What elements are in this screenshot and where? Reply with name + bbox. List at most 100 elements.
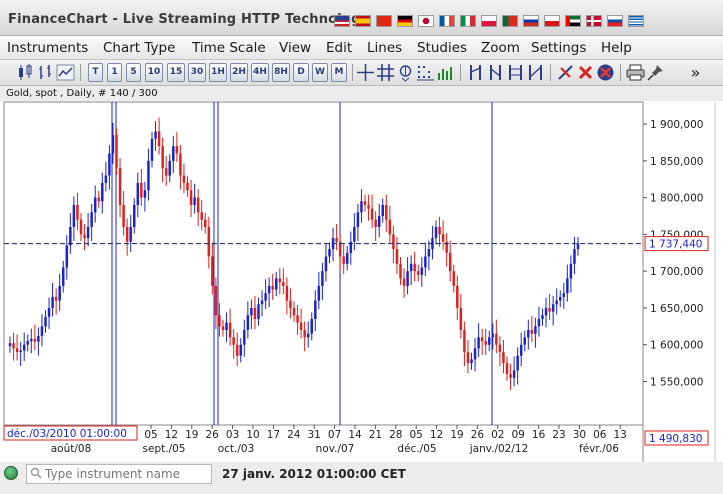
x-month-label: janv./02/12 xyxy=(469,443,529,455)
x-tick-label: 06 xyxy=(593,429,607,441)
print-icon[interactable] xyxy=(626,63,645,82)
y-tick-label: 1 800,000 xyxy=(650,193,703,205)
toolbar-separator xyxy=(460,64,461,81)
candle-body xyxy=(140,182,143,198)
bar-chart-icon[interactable] xyxy=(36,63,55,82)
y-axis: 1 900,0001 850,0001 800,0001 750,0001 70… xyxy=(643,119,703,388)
candle-body xyxy=(97,197,100,202)
title-bar: FinanceChart - Live Streaming HTTP Techn… xyxy=(0,0,723,36)
current-price-label: 1 737,440 xyxy=(649,239,702,251)
candle-body xyxy=(360,201,363,213)
candle-body xyxy=(86,227,90,239)
timeframe-4h-button[interactable]: 4H xyxy=(251,63,269,82)
menu-edit[interactable]: Edit xyxy=(326,40,352,56)
timeframe-5-button[interactable]: 5 xyxy=(126,63,141,82)
chart-area[interactable]: 1 900,000 1 850,000 1 800,000 1 750,000 1 70… xyxy=(0,101,723,462)
candle-body xyxy=(72,204,76,228)
flag-jp-icon[interactable] xyxy=(418,15,434,27)
flag-pt-icon[interactable] xyxy=(502,15,518,27)
delete-icon[interactable] xyxy=(576,63,595,82)
candle-body xyxy=(257,304,260,319)
menu-bar: Instruments Chart Type Time Scale View E… xyxy=(0,36,723,60)
candle-body xyxy=(544,307,548,316)
trend-tool-icon[interactable] xyxy=(526,63,545,82)
menu-zoom[interactable]: Zoom xyxy=(481,40,520,56)
flag-es-icon[interactable] xyxy=(355,15,371,27)
candle-body xyxy=(221,326,225,330)
crosshair-icon[interactable] xyxy=(356,63,375,82)
candle-body xyxy=(129,227,132,242)
candle-body xyxy=(377,215,381,228)
flag-cn-icon[interactable] xyxy=(376,15,392,27)
channel-tool-icon[interactable] xyxy=(486,63,505,82)
candle-body xyxy=(44,316,47,327)
candle-body xyxy=(136,182,140,205)
candle-body xyxy=(189,190,193,205)
flag-de-icon[interactable] xyxy=(397,15,413,27)
volume-bars-icon[interactable] xyxy=(436,63,455,82)
connection-status-icon xyxy=(4,466,18,480)
min-price-label: 1 490,830 xyxy=(649,433,702,445)
vertical-line-tool-icon[interactable] xyxy=(466,63,485,82)
candle-body xyxy=(523,337,526,345)
dotted-lines-icon[interactable] xyxy=(416,63,435,82)
candle-body xyxy=(356,212,360,228)
flag-gr-icon[interactable] xyxy=(628,15,644,27)
timeframe-daily-button[interactable]: D xyxy=(293,63,309,82)
timeframe-monthly-button[interactable]: M xyxy=(331,63,347,82)
price-marker-icon[interactable] xyxy=(396,63,415,82)
timeframe-10-button[interactable]: 10 xyxy=(145,63,163,82)
flag-fr-icon[interactable] xyxy=(439,15,455,27)
menu-chart-type[interactable]: Chart Type xyxy=(103,40,175,56)
candlestick-icon[interactable] xyxy=(16,63,35,82)
timeframe-30-button[interactable]: 30 xyxy=(188,63,206,82)
flag-dk-icon[interactable] xyxy=(586,15,602,27)
candle-body xyxy=(463,329,466,353)
menu-time-scale[interactable]: Time Scale xyxy=(192,40,266,56)
flag-pl-icon[interactable] xyxy=(481,15,497,27)
menu-instruments[interactable]: Instruments xyxy=(7,40,88,56)
instrument-search-input[interactable] xyxy=(26,464,212,484)
line-chart-icon[interactable] xyxy=(56,63,75,82)
candle-body xyxy=(267,285,271,294)
candle-body xyxy=(282,282,285,286)
timeframe-2h-button[interactable]: 2H xyxy=(230,63,248,82)
x-tick-label: 13 xyxy=(614,429,627,441)
timeframe-weekly-button[interactable]: W xyxy=(312,63,328,82)
timeframe-15-button[interactable]: 15 xyxy=(167,63,185,82)
flag-ae-icon[interactable] xyxy=(565,15,581,27)
flag-it-icon[interactable] xyxy=(460,15,476,27)
candle-body xyxy=(296,315,299,323)
candle-body xyxy=(58,285,61,301)
price-chart[interactable]: 1 900,0001 850,0001 800,0001 750,0001 70… xyxy=(0,101,723,462)
timeframe-1-button[interactable]: 1 xyxy=(107,63,122,82)
menu-view[interactable]: View xyxy=(279,40,311,56)
candle-body xyxy=(235,344,239,356)
candle-body xyxy=(232,337,235,345)
flag-us-icon[interactable] xyxy=(334,15,350,27)
grid-icon[interactable] xyxy=(376,63,395,82)
toolbar-overflow-button[interactable]: » xyxy=(686,63,705,82)
pin-icon[interactable] xyxy=(646,63,665,82)
fibonacci-tool-icon[interactable] xyxy=(506,63,525,82)
timeframe-8h-button[interactable]: 8H xyxy=(272,63,290,82)
flag-ru-icon[interactable] xyxy=(523,15,539,27)
candle-body xyxy=(509,374,512,378)
candle-body xyxy=(456,285,459,308)
candle-body xyxy=(392,234,395,250)
x-tick-label: 26 xyxy=(206,429,220,441)
flag-sk-icon[interactable] xyxy=(607,15,623,27)
menu-help[interactable]: Help xyxy=(601,40,632,56)
delete-all-icon[interactable] xyxy=(596,63,615,82)
delete-line-icon[interactable] xyxy=(556,63,575,82)
menu-lines[interactable]: Lines xyxy=(367,40,402,56)
candle-body xyxy=(473,348,477,360)
toolbar-separator xyxy=(550,64,551,81)
menu-settings[interactable]: Settings xyxy=(531,40,586,56)
flag-cz-icon[interactable] xyxy=(544,15,560,27)
timeframe-1h-button[interactable]: 1H xyxy=(209,63,227,82)
timeframe-tick-button[interactable]: T xyxy=(88,63,103,82)
menu-studies[interactable]: Studies xyxy=(417,40,467,56)
candle-body xyxy=(250,307,253,316)
candle-body xyxy=(76,204,79,220)
